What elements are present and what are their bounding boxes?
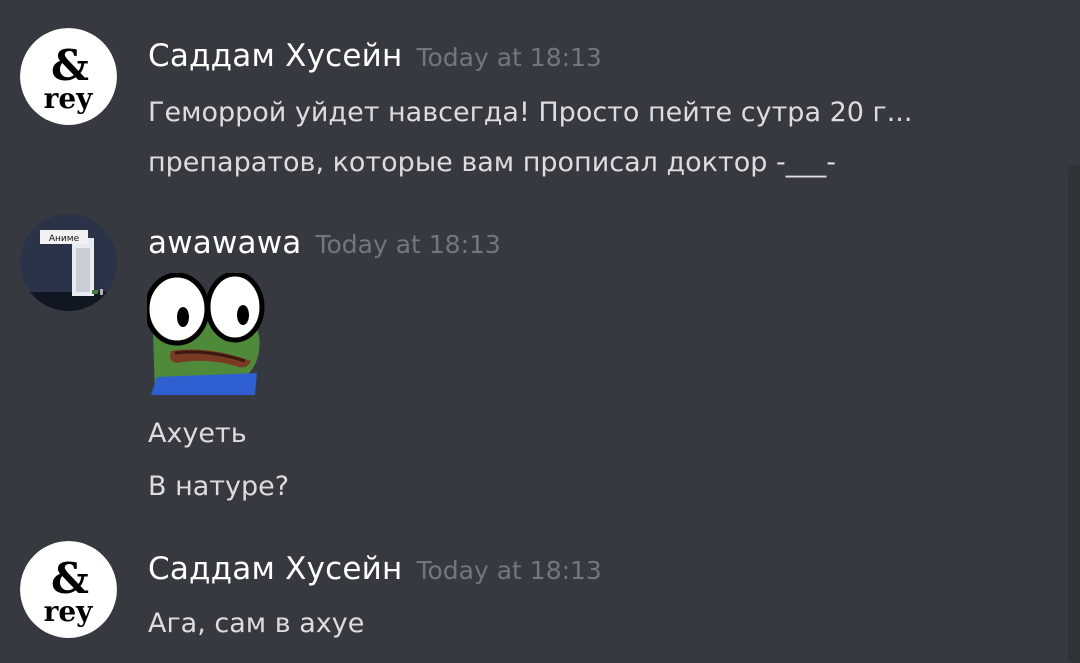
message-group-3: & rey Саддам Хусейн Today at 18:13 Ага, с… bbox=[0, 520, 1060, 663]
ampersand-rey-logo-icon: & rey bbox=[20, 541, 117, 638]
message-text: препаратов, которые вам прописал доктор … bbox=[148, 147, 836, 178]
message-text: Ага, сам в ахуе bbox=[148, 608, 365, 639]
avatar[interactable]: & rey bbox=[20, 28, 117, 125]
username[interactable]: Саддам Хусейн bbox=[148, 551, 402, 587]
message-group-1: & rey Саддам Хусейн Today at 18:13 Геморр… bbox=[0, 0, 1060, 200]
timestamp: Today at 18:13 bbox=[416, 43, 602, 72]
svg-text:rey: rey bbox=[44, 82, 94, 115]
message-text: Ахуеть bbox=[148, 418, 247, 449]
anime-door-icon: Аниме bbox=[20, 214, 117, 311]
scrollbar[interactable] bbox=[1068, 165, 1080, 663]
timestamp: Today at 18:13 bbox=[416, 556, 602, 585]
message-text: В натуре? bbox=[148, 471, 290, 502]
svg-text:rey: rey bbox=[44, 595, 94, 628]
avatar[interactable]: Аниме bbox=[20, 214, 117, 311]
pepe-frog-emoji-icon[interactable] bbox=[144, 271, 265, 395]
message-text: Геморрой уйдет навсегда! Просто пейте су… bbox=[148, 97, 913, 128]
timestamp: Today at 18:13 bbox=[315, 230, 501, 259]
username[interactable]: awawawa bbox=[148, 225, 301, 261]
avatar[interactable]: & rey bbox=[20, 541, 117, 638]
message-group-2: Аниме awawawa Today at 18:13 Ахуеть В нат… bbox=[0, 200, 1060, 520]
username[interactable]: Саддам Хусейн bbox=[148, 38, 402, 74]
svg-text:Аниме: Аниме bbox=[49, 234, 80, 244]
ampersand-rey-logo-icon: & rey bbox=[20, 28, 117, 125]
